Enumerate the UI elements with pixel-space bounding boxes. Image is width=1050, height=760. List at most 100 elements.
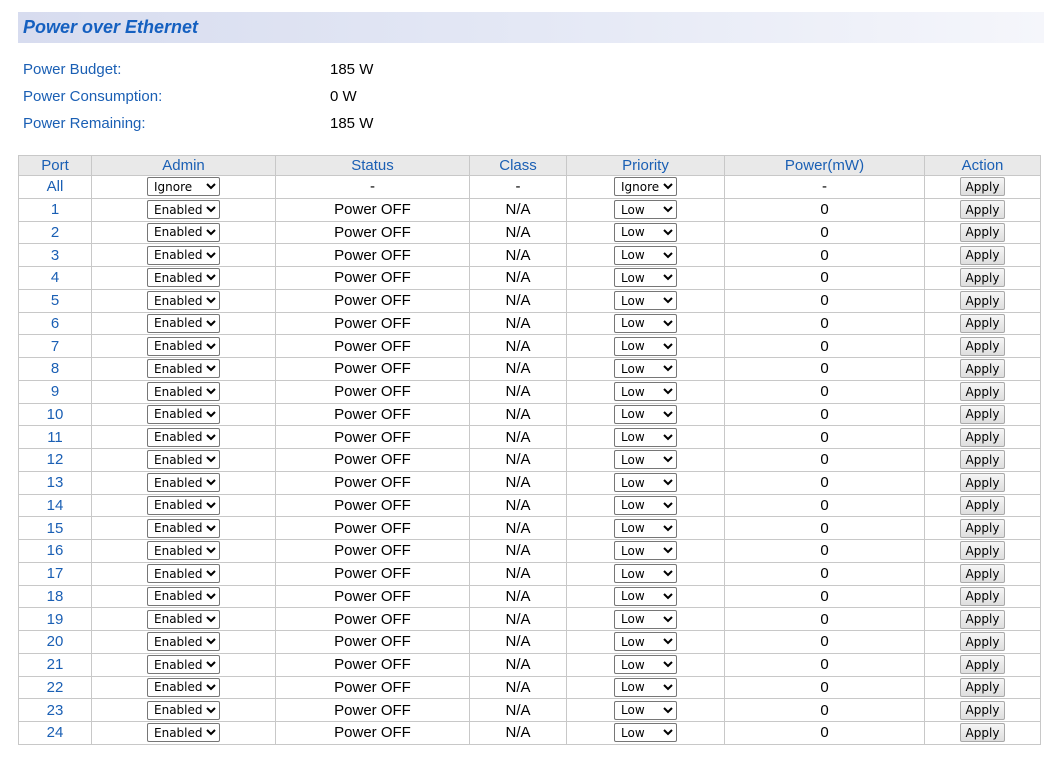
priority-select[interactable]: Low (614, 313, 677, 333)
apply-button[interactable]: Apply (960, 177, 1005, 197)
admin-select[interactable]: Enabled (147, 222, 220, 242)
admin-select[interactable]: Enabled (147, 632, 220, 652)
admin-cell: Enabled (91, 379, 276, 404)
priority-select[interactable]: Low (614, 518, 677, 538)
apply-button[interactable]: Apply (960, 382, 1005, 402)
admin-select[interactable]: Enabled (147, 700, 220, 720)
priority-select[interactable]: Low (614, 450, 677, 470)
port-cell: 9 (18, 379, 92, 404)
apply-button[interactable]: Apply (960, 359, 1005, 379)
table-row: 4 Enabled Power OFF N/A Low 0 Apply (18, 266, 1041, 290)
port-cell: 6 (18, 311, 92, 336)
port-cell: 14 (18, 493, 92, 518)
table-row: 17 Enabled Power OFF N/A Low 0 Apply (18, 561, 1041, 586)
admin-select[interactable]: Enabled (147, 200, 220, 220)
admin-select[interactable]: Enabled (147, 245, 220, 265)
apply-button[interactable]: Apply (960, 655, 1005, 675)
apply-button[interactable]: Apply (960, 404, 1005, 424)
priority-select[interactable]: Low (614, 632, 677, 652)
apply-button[interactable]: Apply (960, 222, 1005, 242)
priority-select[interactable]: Low (614, 245, 677, 265)
port-cell: 22 (18, 675, 92, 700)
admin-select[interactable]: Enabled (147, 723, 220, 743)
apply-button[interactable]: Apply (960, 427, 1005, 447)
admin-select[interactable]: Enabled (147, 382, 220, 402)
apply-button[interactable]: Apply (960, 495, 1005, 515)
apply-button[interactable]: Apply (960, 518, 1005, 538)
class-cell: N/A (469, 379, 567, 404)
apply-button[interactable]: Apply (960, 450, 1005, 470)
priority-select[interactable]: Low (614, 200, 677, 220)
priority-cell: Low (566, 470, 725, 495)
priority-select[interactable]: Low (614, 495, 677, 515)
power-cell: 0 (724, 243, 925, 267)
priority-select[interactable]: Low (614, 291, 677, 311)
admin-select[interactable]: Enabled (147, 313, 220, 333)
apply-button[interactable]: Apply (960, 541, 1005, 561)
priority-select[interactable]: Low (614, 222, 677, 242)
power-cell: 0 (724, 652, 925, 677)
admin-cell: Enabled (91, 311, 276, 336)
power-cell: 0 (724, 448, 925, 472)
priority-select[interactable]: Low (614, 404, 677, 424)
priority-select[interactable]: Low (614, 541, 677, 561)
admin-select[interactable]: Enabled (147, 518, 220, 538)
admin-select[interactable]: Enabled (147, 495, 220, 515)
table-row: 12 Enabled Power OFF N/A Low 0 Apply (18, 448, 1041, 472)
priority-select[interactable]: Low (614, 700, 677, 720)
priority-select[interactable]: Low (614, 382, 677, 402)
apply-button[interactable]: Apply (960, 200, 1005, 220)
priority-select[interactable]: Low (614, 359, 677, 379)
apply-button[interactable]: Apply (960, 336, 1005, 356)
power-summary: Power Budget: 185 W Power Consumption: 0… (23, 59, 523, 140)
priority-select[interactable]: Low (614, 564, 677, 584)
port-cell: 15 (18, 516, 92, 540)
apply-button[interactable]: Apply (960, 723, 1005, 743)
apply-button[interactable]: Apply (960, 291, 1005, 311)
apply-button[interactable]: Apply (960, 245, 1005, 265)
admin-select[interactable]: Enabled (147, 291, 220, 311)
apply-button[interactable]: Apply (960, 609, 1005, 629)
apply-button[interactable]: Apply (960, 586, 1005, 606)
priority-select[interactable]: Low (614, 586, 677, 606)
apply-button[interactable]: Apply (960, 700, 1005, 720)
admin-select[interactable]: Enabled (147, 677, 220, 697)
admin-select[interactable]: Enabled (147, 609, 220, 629)
port-cell: 3 (18, 243, 92, 267)
priority-select[interactable]: Low (614, 336, 677, 356)
apply-button[interactable]: Apply (960, 564, 1005, 584)
admin-select[interactable]: Enabled (147, 336, 220, 356)
priority-select[interactable]: Low (614, 473, 677, 493)
apply-button[interactable]: Apply (960, 268, 1005, 288)
admin-select[interactable]: Ignore (147, 177, 220, 197)
class-cell: N/A (469, 197, 567, 222)
power-remaining-label: Power Remaining: (23, 115, 146, 132)
priority-select[interactable]: Low (614, 677, 677, 697)
priority-select[interactable]: Ignore (614, 177, 677, 197)
action-cell: Apply (924, 334, 1041, 358)
admin-cell: Enabled (91, 220, 276, 245)
admin-select[interactable]: Enabled (147, 450, 220, 470)
priority-select[interactable]: Low (614, 427, 677, 447)
page-title-bar: Power over Ethernet (18, 12, 1044, 43)
admin-select[interactable]: Enabled (147, 268, 220, 288)
apply-button[interactable]: Apply (960, 677, 1005, 697)
priority-select[interactable]: Low (614, 268, 677, 288)
priority-select[interactable]: Low (614, 723, 677, 743)
action-cell: Apply (924, 470, 1041, 495)
admin-select[interactable]: Enabled (147, 655, 220, 675)
admin-select[interactable]: Enabled (147, 473, 220, 493)
priority-select[interactable]: Low (614, 609, 677, 629)
apply-button[interactable]: Apply (960, 632, 1005, 652)
admin-select[interactable]: Enabled (147, 564, 220, 584)
apply-button[interactable]: Apply (960, 473, 1005, 493)
admin-select[interactable]: Enabled (147, 359, 220, 379)
admin-select[interactable]: Enabled (147, 427, 220, 447)
priority-select[interactable]: Low (614, 655, 677, 675)
admin-select[interactable]: Enabled (147, 404, 220, 424)
status-cell: Power OFF (275, 402, 470, 427)
admin-select[interactable]: Enabled (147, 541, 220, 561)
port-cell: 5 (18, 288, 92, 313)
admin-select[interactable]: Enabled (147, 586, 220, 606)
apply-button[interactable]: Apply (960, 313, 1005, 333)
